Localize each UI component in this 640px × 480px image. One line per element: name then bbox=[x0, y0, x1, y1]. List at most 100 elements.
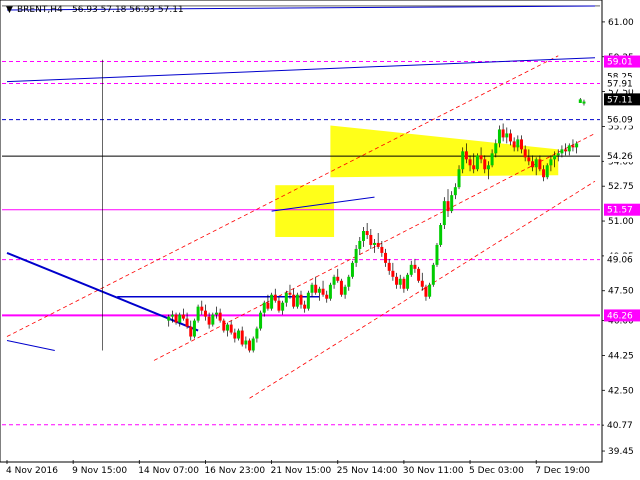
candle-body bbox=[560, 149, 564, 154]
candle-body bbox=[380, 246, 384, 253]
y-tick-label: 51.00 bbox=[608, 217, 634, 227]
candle-body bbox=[376, 242, 380, 247]
candle bbox=[259, 310, 263, 331]
candle-body bbox=[520, 139, 523, 150]
candle-body bbox=[273, 294, 277, 301]
candle-body bbox=[450, 195, 454, 212]
candle-body bbox=[314, 284, 318, 293]
candle-body bbox=[516, 139, 520, 148]
candle-body bbox=[497, 129, 501, 144]
x-tick-label: 5 Dec 03:00 bbox=[469, 466, 524, 476]
candle-body bbox=[310, 284, 314, 293]
candle-body bbox=[262, 302, 266, 313]
candle-body bbox=[174, 314, 178, 323]
candle bbox=[442, 197, 446, 230]
candlestick-chart: 61.0059.2557.5055.7554.0052.7551.0049.25… bbox=[0, 0, 640, 480]
candle-body bbox=[237, 330, 241, 339]
candle-body bbox=[553, 155, 557, 160]
candle-body bbox=[549, 159, 553, 166]
candle-body bbox=[442, 201, 446, 226]
candle-body bbox=[347, 276, 351, 287]
candle-body bbox=[306, 292, 310, 309]
candle-body bbox=[185, 318, 189, 327]
candle bbox=[248, 338, 252, 353]
chart-window: 61.0059.2557.5055.7554.0052.7551.0049.25… bbox=[0, 0, 640, 480]
candle-body bbox=[354, 248, 358, 263]
candle-body bbox=[391, 270, 395, 277]
candle-body bbox=[284, 292, 288, 303]
symbol-icon: ▼ bbox=[6, 5, 13, 15]
candle-body bbox=[259, 312, 263, 329]
candle-body bbox=[435, 244, 439, 265]
candle-body bbox=[457, 169, 461, 188]
candle-body bbox=[211, 314, 215, 325]
candle-body bbox=[571, 145, 575, 148]
candle bbox=[406, 272, 410, 291]
candle-body bbox=[303, 304, 307, 309]
candle bbox=[350, 260, 354, 279]
candle-body bbox=[170, 314, 174, 317]
candle-body bbox=[350, 262, 354, 277]
candle-body bbox=[486, 165, 490, 170]
y-tick-label: 47.50 bbox=[608, 287, 634, 297]
candle-body bbox=[229, 324, 233, 333]
candle bbox=[431, 262, 435, 287]
candle-body bbox=[406, 274, 410, 289]
candle-body bbox=[222, 320, 226, 331]
candle-body bbox=[167, 316, 171, 321]
candle bbox=[196, 304, 200, 323]
candle-body bbox=[472, 165, 476, 170]
candle-body bbox=[214, 312, 218, 315]
candle-body bbox=[373, 242, 376, 245]
y-tick-label: 42.50 bbox=[608, 386, 634, 396]
candle-body bbox=[545, 165, 549, 178]
candle-body bbox=[453, 187, 457, 196]
x-tick-label: 14 Nov 07:00 bbox=[138, 466, 199, 476]
price-label: 56.09 bbox=[607, 116, 633, 126]
price-label: 40.77 bbox=[607, 421, 633, 431]
candle-body bbox=[564, 149, 568, 152]
candle-body bbox=[431, 264, 435, 285]
price-label: 54.26 bbox=[607, 152, 633, 162]
x-tick-label: 16 Nov 23:00 bbox=[204, 466, 265, 476]
candle-body bbox=[428, 284, 432, 297]
candle bbox=[339, 278, 343, 297]
candle-body bbox=[531, 161, 535, 168]
candle-body bbox=[556, 153, 560, 156]
candle bbox=[306, 290, 310, 311]
candle bbox=[328, 282, 332, 301]
price-label: 49.06 bbox=[607, 256, 633, 266]
candle-body bbox=[384, 252, 388, 263]
candle-body bbox=[332, 276, 336, 285]
candle-body bbox=[361, 231, 365, 241]
candle-body bbox=[402, 278, 406, 289]
candle-body bbox=[240, 330, 244, 345]
candle bbox=[475, 153, 479, 172]
y-tick-label: 61.00 bbox=[608, 18, 634, 28]
candle-body bbox=[479, 155, 483, 160]
y-tick-label: 44.25 bbox=[608, 351, 634, 361]
candle-body bbox=[409, 264, 413, 275]
candle-body bbox=[538, 159, 542, 170]
candle-body bbox=[226, 324, 229, 331]
candle bbox=[545, 163, 549, 180]
x-tick-label: 7 Dec 19:00 bbox=[535, 466, 590, 476]
candle-body bbox=[534, 159, 538, 168]
x-tick-label: 9 Nov 15:00 bbox=[72, 466, 127, 476]
candle-body bbox=[494, 143, 498, 154]
candle bbox=[222, 318, 226, 333]
candle-body bbox=[475, 155, 479, 170]
candle-body bbox=[189, 326, 193, 337]
candle-body bbox=[523, 149, 527, 158]
candle-body bbox=[567, 145, 571, 152]
candle-body bbox=[461, 151, 465, 170]
price-label: 51.57 bbox=[607, 206, 633, 216]
target-zone-lower bbox=[275, 185, 335, 237]
candle bbox=[251, 336, 255, 353]
candle bbox=[211, 312, 215, 327]
candle-body bbox=[464, 151, 468, 160]
candle-body bbox=[365, 231, 369, 235]
x-tick-label: 4 Nov 2016 bbox=[6, 466, 58, 476]
candle-body bbox=[200, 306, 204, 311]
candle-body bbox=[328, 284, 332, 299]
